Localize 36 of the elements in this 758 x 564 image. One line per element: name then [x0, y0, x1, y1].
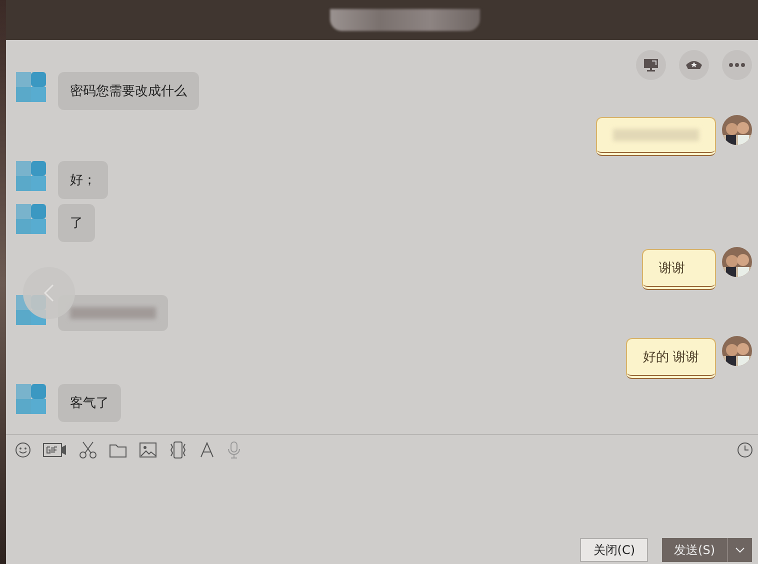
caret-icon	[735, 547, 745, 553]
message-bubble: 了	[58, 204, 95, 242]
screen-share-button[interactable]	[636, 50, 666, 80]
avatar-icon	[16, 72, 46, 102]
avatar-icon	[16, 384, 46, 414]
emoji-button[interactable]	[14, 442, 32, 458]
scissors-button[interactable]	[78, 441, 98, 459]
folder-icon	[109, 442, 127, 458]
microphone-icon	[227, 441, 241, 459]
image-icon	[139, 442, 157, 458]
message-bubble: 好；	[58, 161, 108, 199]
message-bubble: 客气了	[58, 384, 121, 422]
clock-icon	[737, 442, 753, 458]
message-bubble: 谢谢	[642, 249, 716, 290]
shake-button[interactable]	[168, 441, 188, 459]
smiley-icon	[15, 442, 31, 458]
folder-button[interactable]	[108, 442, 128, 458]
image-button[interactable]	[138, 442, 158, 458]
font-icon	[199, 442, 215, 458]
font-button[interactable]	[198, 442, 216, 458]
more-icon	[729, 63, 745, 67]
message-bubble: 好的 谢谢	[626, 338, 716, 379]
chevron-left-icon	[44, 284, 54, 302]
history-button[interactable]	[736, 442, 754, 458]
avatar-icon	[16, 161, 46, 191]
gif-button[interactable]	[42, 443, 68, 457]
more-button[interactable]	[722, 50, 752, 80]
avatar-icon	[16, 204, 46, 234]
message-bubble: 密码您需要改成什么	[58, 72, 199, 110]
close-button[interactable]: 关闭(C)	[580, 538, 648, 562]
cap-icon	[685, 59, 703, 71]
monitor-icon	[643, 58, 659, 72]
scissors-icon	[79, 441, 97, 459]
vibrating-phone-icon	[169, 441, 187, 459]
badge-button[interactable]	[679, 50, 709, 80]
gif-camera-icon	[43, 443, 67, 457]
